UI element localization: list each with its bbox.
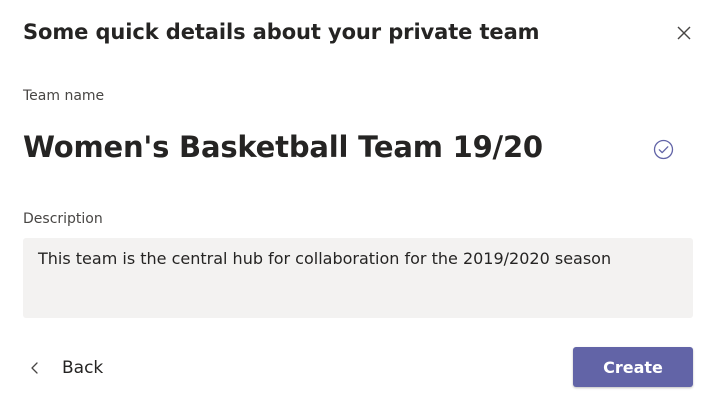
team-name-field[interactable]: Women's Basketball Team 19/20 — [23, 130, 543, 164]
close-button[interactable] — [672, 21, 696, 45]
team-name-label: Team name — [23, 88, 105, 104]
create-team-dialog: Some quick details about your private te… — [0, 0, 715, 404]
back-button-label: Back — [62, 358, 104, 378]
check-circle-icon — [653, 139, 674, 160]
chevron-left-icon — [31, 362, 38, 374]
create-button[interactable]: Create — [573, 347, 693, 387]
description-label: Description — [23, 211, 103, 227]
back-button[interactable]: Back — [23, 352, 103, 384]
description-field[interactable]: This team is the central hub for collabo… — [23, 238, 693, 318]
dialog-title: Some quick details about your private te… — [23, 20, 540, 44]
close-icon — [677, 26, 691, 40]
